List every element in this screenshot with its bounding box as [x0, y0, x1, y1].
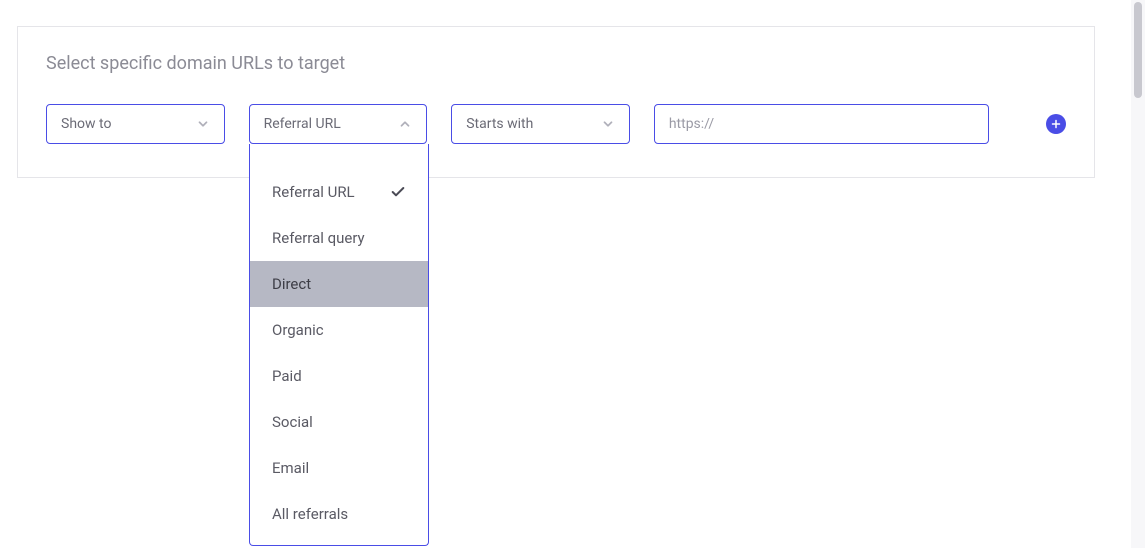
dropdown-item-label: Social	[272, 413, 313, 431]
scrollbar-track[interactable]	[1131, 0, 1145, 548]
dropdown-item-all-referrals[interactable]: All referrals	[250, 491, 428, 537]
dropdown-item-referral-url[interactable]: Referral URL	[250, 169, 428, 215]
scrollbar-thumb[interactable]	[1134, 2, 1142, 98]
dropdown-item-referral-query[interactable]: Referral query	[250, 215, 428, 261]
dropdown-item-direct[interactable]: Direct	[250, 261, 428, 307]
referral-url-label: Referral URL	[264, 116, 341, 132]
dropdown-item-email[interactable]: Email	[250, 445, 428, 491]
url-input[interactable]	[654, 104, 989, 144]
targeting-panel: Select specific domain URLs to target Sh…	[17, 26, 1095, 178]
dropdown-item-label: Paid	[272, 367, 302, 385]
add-button[interactable]	[1046, 114, 1066, 134]
dropdown-item-social[interactable]: Social	[250, 399, 428, 445]
dropdown-item-organic[interactable]: Organic	[250, 307, 428, 353]
panel-title: Select specific domain URLs to target	[46, 53, 1066, 74]
chevron-down-icon	[196, 117, 210, 131]
dropdown-item-label: Organic	[272, 321, 324, 339]
show-to-label: Show to	[61, 116, 111, 132]
dropdown-item-label: Referral query	[272, 229, 365, 247]
dropdown-item-label: Email	[272, 459, 309, 477]
dropdown-item-label: Referral URL	[272, 183, 355, 201]
targeting-row: Show to Referral URL Starts with	[46, 104, 1066, 144]
dropdown-item-label: Direct	[272, 275, 311, 293]
starts-with-select[interactable]: Starts with	[451, 104, 630, 144]
referral-url-select[interactable]: Referral URL	[249, 104, 428, 144]
dropdown-item-label: All referrals	[272, 505, 348, 523]
referral-url-dropdown: Referral URL Referral query Direct Organ…	[249, 144, 429, 546]
dropdown-item-paid[interactable]: Paid	[250, 353, 428, 399]
chevron-up-icon	[398, 117, 412, 131]
check-icon	[390, 184, 406, 200]
chevron-down-icon	[601, 117, 615, 131]
show-to-select[interactable]: Show to	[46, 104, 225, 144]
starts-with-label: Starts with	[466, 116, 533, 132]
plus-icon	[1050, 115, 1062, 134]
